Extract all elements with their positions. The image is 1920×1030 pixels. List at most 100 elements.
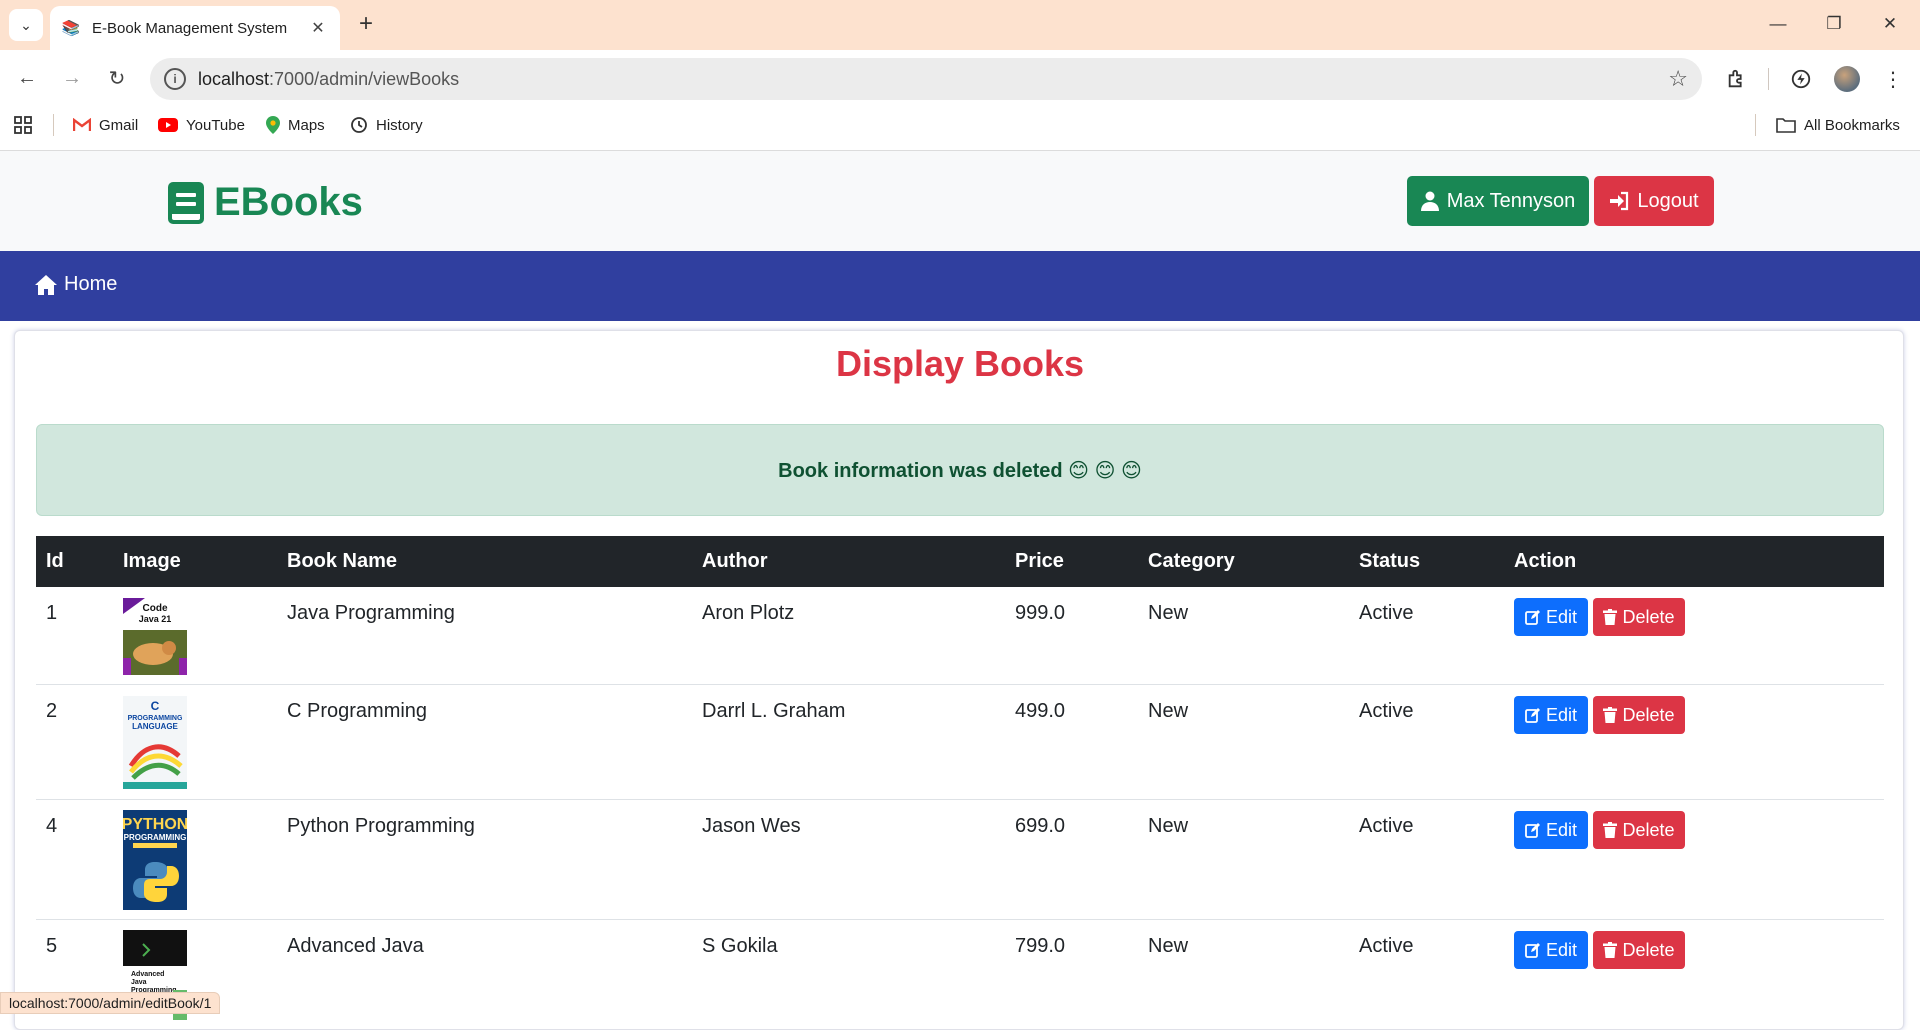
sign-in-icon [1609,191,1629,211]
delete-button[interactable]: Delete [1593,811,1685,849]
reload-button[interactable]: ↻ [102,63,132,93]
bookmark-history[interactable]: History [350,114,423,136]
trash-icon [1603,942,1618,958]
bookmark-label: YouTube [186,116,245,134]
table-row: 4 PYTHON PROGRAMMING Python Programming … [36,800,1884,920]
table-header: Id Image Book Name Author Price Category… [36,536,1884,587]
page-title: Display Books [835,343,1085,384]
browser-tab[interactable]: 📚 E-Book Management System ✕ [50,6,340,50]
table-row: 2 C PROGRAMMING LANGUAGE C Programming D… [36,685,1884,800]
cell-category: New [1148,602,1189,624]
trash-icon [1603,707,1618,723]
folder-icon [1776,117,1796,133]
menu-kebab-icon[interactable]: ⋮ [1878,64,1908,94]
url-text[interactable]: localhost:7000/admin/viewBooks [198,69,1668,90]
restore-button[interactable]: ❐ [1814,10,1854,38]
cell-book-name: Advanced Java [287,935,424,957]
book-cover-image: Code Java 21 [123,598,187,675]
column-header-author: Author [702,550,768,572]
youtube-icon [158,118,178,132]
column-header-price: Price [1015,550,1064,572]
url-host: localhost [198,68,270,89]
cover-title-line1: PYTHON [123,816,187,833]
bookmarks-divider [1755,114,1756,136]
home-icon [34,274,58,296]
books-favicon-icon: 📚 [61,20,81,37]
back-button[interactable]: ← [12,63,42,93]
cell-author: S Gokila [702,935,778,957]
cell-author: Darrl L. Graham [702,700,846,722]
address-bar[interactable]: i localhost:7000/admin/viewBooks ☆ [150,58,1702,100]
edit-button[interactable]: Edit [1514,598,1588,636]
bookmark-label: History [376,116,423,134]
delete-label: Delete [1622,819,1675,840]
performance-icon[interactable] [1786,64,1816,94]
delete-label: Delete [1622,939,1675,960]
logout-button[interactable]: Logout [1594,176,1714,226]
extensions-icon[interactable] [1722,64,1752,94]
column-header-status: Status [1359,550,1421,572]
window-close-button[interactable]: ✕ [1870,10,1910,38]
logout-label: Logout [1637,189,1699,212]
gmail-icon [73,118,91,132]
delete-button[interactable]: Delete [1593,931,1685,969]
cell-category: New [1148,700,1189,722]
cell-status: Active [1359,815,1414,837]
edit-label: Edit [1545,704,1578,725]
cell-category: New [1148,815,1189,837]
user-profile-button[interactable]: Max Tennyson [1407,176,1589,226]
delete-label: Delete [1622,606,1675,627]
minimize-button[interactable]: — [1758,10,1798,38]
delete-button[interactable]: Delete [1593,598,1685,636]
forward-button[interactable]: → [57,63,87,93]
cell-id: 2 [46,700,58,722]
history-icon [350,116,368,134]
cover-title-line2: PROGRAMMING [124,833,187,842]
trash-icon [1603,609,1618,625]
user-name: Max Tennyson [1446,189,1576,212]
profile-avatar[interactable] [1834,66,1860,92]
book-icon [168,181,204,224]
delete-button[interactable]: Delete [1593,696,1685,734]
cover-title-line1: C [151,699,160,713]
cell-category: New [1148,935,1189,957]
all-bookmarks-button[interactable]: All Bookmarks [1776,114,1900,136]
tab-title: E-Book Management System [92,19,288,37]
cell-author: Aron Plotz [702,602,795,624]
close-icon[interactable]: ✕ [308,18,328,38]
cover-title-line1: Code [143,603,168,614]
success-alert: Book information was deleted 😊 😊 😊 [36,424,1884,516]
edit-icon [1525,707,1541,723]
edit-label: Edit [1545,939,1578,960]
user-icon [1420,191,1439,211]
bookmark-star-icon[interactable]: ☆ [1668,66,1688,92]
cell-price: 999.0 [1015,602,1066,624]
edit-button[interactable]: Edit [1514,811,1588,849]
cell-book-name: Python Programming [287,815,475,837]
bookmark-gmail[interactable]: Gmail [73,114,138,136]
brand-logo[interactable]: EBooks [168,180,363,225]
cell-id: 4 [46,815,58,837]
edit-label: Edit [1545,606,1578,627]
cell-price: 799.0 [1015,935,1066,957]
cell-id: 5 [46,935,58,957]
cover-title-line3: LANGUAGE [132,722,178,731]
table-row: 1 Code Java 21 Java Programming Aron Plo… [36,587,1884,685]
all-bookmarks-label: All Bookmarks [1804,116,1900,134]
column-header-book-name: Book Name [287,550,398,572]
site-info-icon[interactable]: i [164,68,186,90]
new-tab-button[interactable]: + [352,10,380,38]
brand-name: EBooks [214,180,363,224]
edit-button[interactable]: Edit [1514,696,1588,734]
cell-price: 699.0 [1015,815,1066,837]
bookmark-maps[interactable]: Maps [266,114,325,136]
apps-grid-icon[interactable] [14,114,32,136]
bookmark-youtube[interactable]: YouTube [158,114,245,136]
edit-button[interactable]: Edit [1514,931,1588,969]
nav-home-link[interactable]: Home [34,273,117,296]
cell-price: 499.0 [1015,700,1066,722]
chevron-down-icon: ⌄ [20,16,32,33]
tab-search-button[interactable]: ⌄ [9,9,43,41]
alert-message: Book information was deleted 😊 😊 😊 [778,459,1142,482]
nav-home-label: Home [64,273,118,295]
